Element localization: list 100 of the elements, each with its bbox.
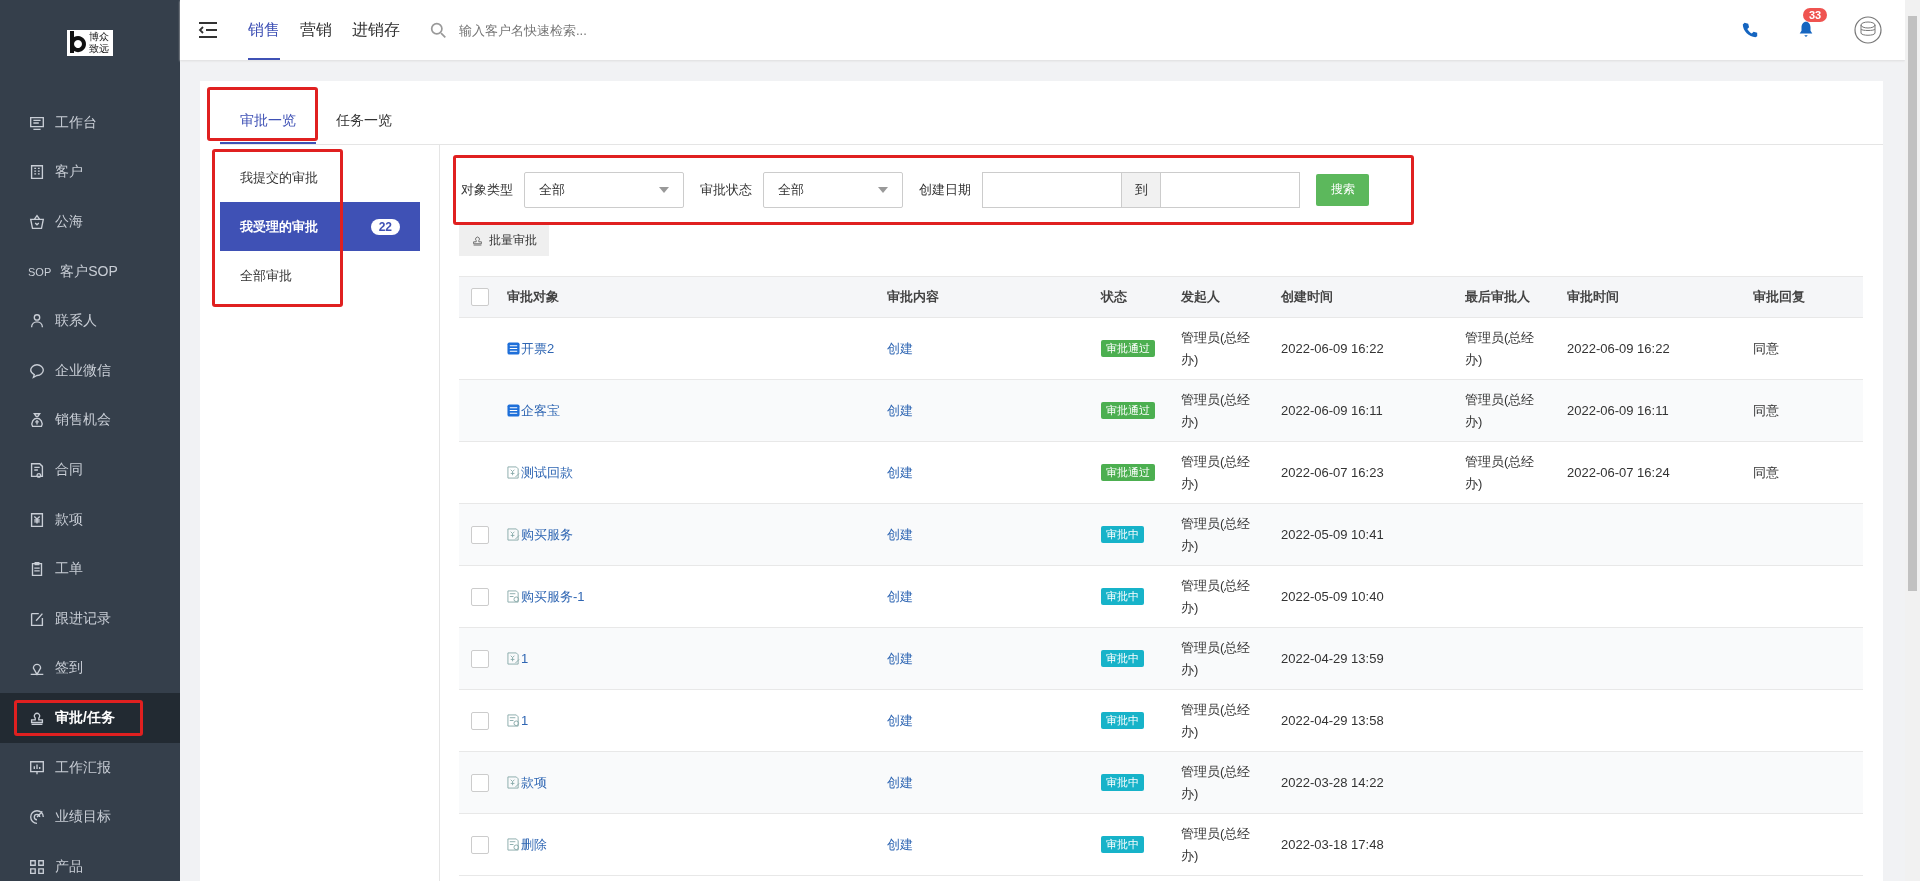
column-header: 状态 (1101, 288, 1128, 306)
logo-text: 致远 (89, 43, 109, 55)
table-cell: 2022-06-07 16:24 (1567, 465, 1670, 480)
table-cell-text: 管理员(总经办) (1181, 452, 1252, 493)
scrollbar-thumb[interactable] (1908, 16, 1917, 591)
target-icon (28, 808, 46, 827)
table-cell-text: 2022-04-29 13:59 (1281, 651, 1385, 666)
nav-item[interactable]: 产品 (0, 841, 180, 881)
content-link[interactable]: 创建 (887, 711, 913, 730)
approval-object-link[interactable]: 删除 (521, 835, 547, 854)
nav-item[interactable]: 跟进记录 (0, 593, 180, 644)
nav-item[interactable]: 合同 (0, 445, 180, 495)
view-tab[interactable]: 审批一览 (220, 81, 316, 144)
count-badge: 22 (370, 218, 400, 235)
content-link[interactable]: 创建 (887, 401, 913, 420)
column-header: 创建时间 (1281, 288, 1334, 306)
view-tab[interactable]: 任务一览 (316, 81, 412, 144)
table-cell-text: 管理员(总经办) (1181, 824, 1252, 865)
nav-item[interactable]: 企业微信 (0, 345, 180, 396)
sop-icon: SOP (28, 264, 52, 279)
status-tag: 审批通过 (1101, 464, 1155, 481)
table-cell-text: 2022-03-18 17:48 (1281, 837, 1385, 852)
money-bag-icon (28, 411, 46, 430)
row-checkbox[interactable] (471, 773, 489, 792)
approval-object-link[interactable]: 1 (521, 713, 529, 728)
nav-item[interactable]: 款项 (0, 494, 180, 545)
row-checkbox[interactable] (471, 587, 489, 606)
approval-object-link[interactable]: 测试回款 (521, 463, 573, 482)
submenu-item[interactable]: 我受理的审批 22 (220, 202, 420, 251)
building-icon (28, 163, 46, 182)
approval-object-link[interactable]: 款项 (521, 773, 547, 792)
submenu-item[interactable]: 全部审批 (220, 251, 420, 300)
table-cell-text: 管理员(总经办) (1181, 328, 1252, 369)
table-cell-text: 2022-05-09 10:40 (1281, 589, 1385, 604)
nav-item[interactable]: 销售机会 (0, 395, 180, 446)
object-type-dropdown[interactable]: 全部 (524, 171, 684, 208)
row-checkbox[interactable] (471, 835, 489, 854)
end-date-field[interactable] (1160, 171, 1300, 208)
select-all-checkbox[interactable] (471, 288, 489, 306)
row-checkbox[interactable] (471, 649, 489, 668)
document-icon (507, 590, 520, 603)
table-cell-text: 管理员(总经办) (1465, 452, 1536, 493)
nav-item[interactable]: 工作汇报 (0, 742, 180, 793)
content-link[interactable]: 创建 (887, 525, 913, 544)
search-icon (430, 21, 447, 39)
grid-icon (28, 857, 46, 876)
content-link[interactable]: 创建 (887, 773, 913, 792)
content-link[interactable]: 创建 (887, 649, 913, 668)
avatar-icon[interactable] (1853, 15, 1883, 45)
table-cell-text: 管理员(总经办) (1465, 328, 1536, 369)
approval-object-link[interactable]: 开票2 (521, 339, 555, 358)
approval-object-link[interactable]: 企客宝 (521, 401, 560, 420)
nav-item[interactable]: 签到 (0, 643, 180, 694)
collapse-menu-icon[interactable] (198, 22, 218, 38)
status-dropdown[interactable]: 全部 (763, 171, 903, 208)
basket-icon (28, 213, 46, 231)
filter-label: 审批状态 (700, 180, 752, 199)
status-tag: 审批通过 (1101, 340, 1155, 357)
table-cell-text: 管理员(总经办) (1181, 762, 1252, 803)
nav-item[interactable]: 业绩目标 (0, 792, 180, 842)
nav-item[interactable]: 客户 (0, 147, 180, 198)
table-cell-text: 管理员(总经办) (1181, 514, 1252, 555)
table-cell-text: 管理员(总经办) (1181, 576, 1252, 617)
status-tag: 审批中 (1101, 526, 1144, 543)
bell-icon[interactable] (1797, 19, 1815, 38)
nav-item[interactable]: 公海 (0, 197, 180, 247)
column-header: 审批回复 (1753, 288, 1806, 306)
caret-icon (659, 186, 669, 193)
filter-label: 对象类型 (461, 180, 513, 199)
nav-item[interactable]: SOP 客户SOP (0, 246, 180, 297)
content-link[interactable]: 创建 (887, 835, 913, 854)
row-checkbox[interactable] (471, 711, 489, 730)
row-checkbox[interactable] (471, 525, 489, 544)
start-date-field[interactable] (982, 171, 1122, 208)
module-tab[interactable]: 销售 (248, 0, 280, 60)
batch-approve-button[interactable]: 批量审批 (459, 224, 549, 256)
column-header: 审批时间 (1567, 288, 1620, 306)
approval-object-link[interactable]: 1 (521, 651, 529, 666)
phone-icon[interactable] (1741, 21, 1759, 39)
document-icon (28, 460, 46, 479)
logo-text: 博众 (89, 31, 109, 43)
content-link[interactable]: 创建 (887, 463, 913, 482)
module-tab[interactable]: 进销存 (352, 0, 400, 60)
nav-item[interactable]: 联系人 (0, 296, 180, 346)
stamp-icon (471, 233, 484, 247)
status-tag: 审批中 (1101, 712, 1144, 729)
submenu-item[interactable]: 我提交的审批 (220, 153, 420, 202)
nav-item[interactable]: 工作台 (0, 98, 180, 148)
module-tab[interactable]: 营销 (300, 0, 332, 60)
nav-item[interactable]: 工单 (0, 544, 180, 594)
content-link[interactable]: 创建 (887, 339, 913, 358)
document-icon (507, 466, 520, 479)
table-cell: 同意 (1753, 463, 1779, 482)
content-link[interactable]: 创建 (887, 587, 913, 606)
table-cell-text: 管理员(总经办) (1181, 700, 1252, 741)
status-tag: 审批中 (1101, 588, 1144, 605)
approval-object-link[interactable]: 购买服务-1 (521, 587, 585, 606)
document-icon (507, 776, 520, 789)
nav-item[interactable]: 审批/任务 (0, 693, 180, 743)
approval-object-link[interactable]: 购买服务 (521, 525, 573, 544)
